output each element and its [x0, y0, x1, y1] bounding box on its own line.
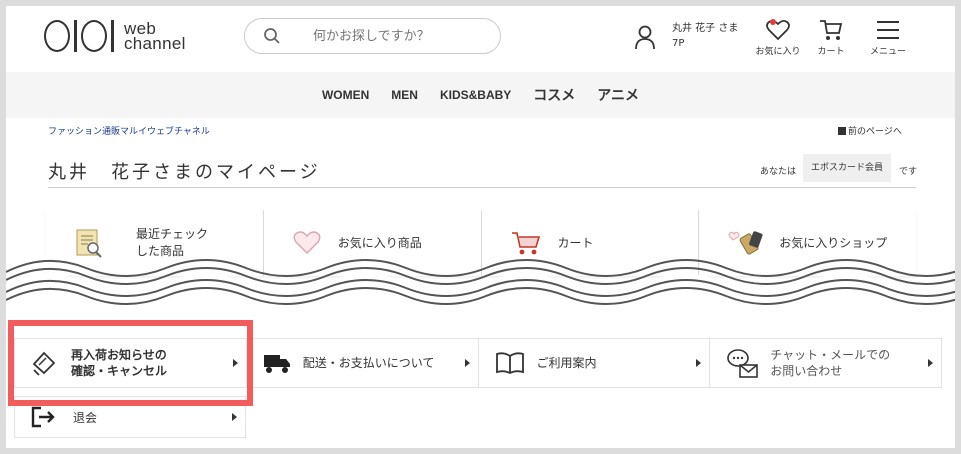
menu-chat-mail-contact-line1: チャット・メールでの [770, 348, 891, 362]
hamburger-menu-icon [877, 21, 899, 39]
membership-badge: エポスカード会員 [803, 154, 891, 182]
back-icon [838, 126, 846, 135]
highlight-box [8, 320, 253, 406]
header-favorites-label: お気に入り [755, 47, 801, 57]
menu-user-guide[interactable]: ご利用案内 [479, 339, 711, 387]
nav-item-men[interactable]: MEN [391, 88, 418, 102]
category-nav: WOMEN MEN KIDS&BABY コスメ アニメ [6, 72, 955, 118]
header-favorites-button[interactable]: お気に入り [753, 18, 803, 57]
truck-icon [263, 355, 290, 373]
header-menu-button[interactable]: メニュー [863, 18, 913, 57]
membership-suffix: です [899, 167, 918, 177]
menu-user-guide-label: ご利用案内 [536, 356, 597, 370]
back-link[interactable]: 前のページへ [838, 124, 902, 137]
user-points: 7P [672, 38, 685, 49]
menu-chat-mail-contact[interactable]: チャット・メールでの お問い合わせ [710, 339, 941, 387]
tile-favorite-shops-label: お気に入りショップ [779, 235, 888, 250]
tile-recently-checked-line1: 最近チェック [136, 227, 209, 241]
header-cart-label: カート [817, 47, 845, 57]
nav-item-anime[interactable]: アニメ [597, 85, 639, 105]
search-input[interactable] [313, 28, 473, 44]
chevron-right-icon [464, 359, 470, 367]
page-title: 丸井 花子さまのマイページ [48, 162, 321, 183]
nav-item-kids-baby[interactable]: KIDS&BABY [440, 88, 511, 102]
user-icon[interactable] [634, 24, 656, 50]
title-divider [48, 187, 916, 188]
heart-icon [766, 19, 790, 41]
search-icon[interactable] [263, 27, 281, 45]
chat-mail-icon [727, 349, 759, 378]
site-logo[interactable]: web channel [44, 18, 186, 54]
breadcrumb[interactable]: ファッション通販マルイウェブチャネル [48, 124, 210, 137]
user-name: 丸井 花子 さま [672, 23, 739, 34]
site-header: web channel 丸井 花子 さま 7P お気に入り [6, 6, 955, 70]
logout-icon [31, 406, 55, 428]
chevron-right-icon [232, 413, 237, 421]
page-frame: web channel 丸井 花子 さま 7P お気に入り [6, 6, 955, 448]
header-menu-label: メニュー [869, 47, 906, 57]
book-icon [495, 352, 524, 375]
shop-tag-icon [728, 231, 763, 255]
chevron-right-icon [928, 359, 933, 367]
chevron-right-icon [696, 359, 702, 367]
menu-chat-mail-contact-line2: お問い合わせ [770, 364, 843, 378]
menu-withdraw-label: 退会 [73, 410, 98, 425]
tile-recently-checked-line2: した商品 [136, 244, 185, 258]
recent-list-icon [76, 229, 102, 258]
logo-mark [44, 20, 114, 52]
header-cart-button[interactable]: カート [806, 18, 856, 57]
cart-icon [820, 20, 843, 40]
membership-label: あなたは [760, 167, 797, 177]
heart-icon [293, 231, 321, 254]
cart-icon [511, 232, 540, 255]
menu-shipping-payment[interactable]: 配送・お支払いについて [247, 339, 479, 387]
user-info[interactable]: 丸井 花子 さま 7P [672, 21, 738, 51]
tile-cart-label: カート [557, 235, 594, 250]
nav-item-cosme[interactable]: コスメ [533, 85, 575, 105]
menu-shipping-payment-label: 配送・お支払いについて [302, 356, 435, 370]
back-link-label: 前のページへ [848, 127, 902, 137]
search-box[interactable] [244, 18, 501, 54]
screenshot-cut-wave [6, 259, 955, 318]
logo-text: web channel [124, 19, 186, 53]
tile-favorite-items-label: お気に入り商品 [337, 235, 422, 250]
nav-item-women[interactable]: WOMEN [322, 88, 369, 102]
